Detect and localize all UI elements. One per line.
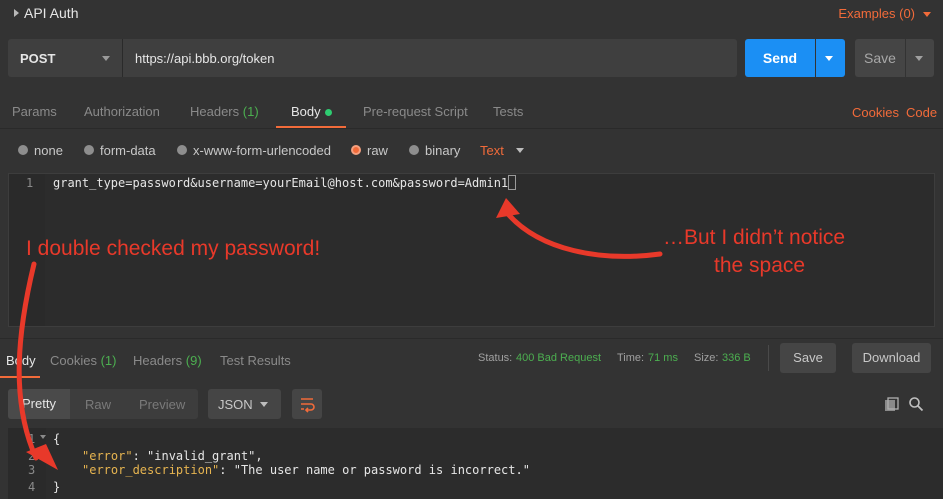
arrow-to-response [16,261,39,461]
arrow-to-space [505,211,663,259]
annotation-right-line2: the space [714,254,806,277]
annotation-right-line1: …But I didn’t notice [663,226,846,249]
annotation-left: I double checked my password! [26,237,321,260]
arrowhead [496,198,520,218]
